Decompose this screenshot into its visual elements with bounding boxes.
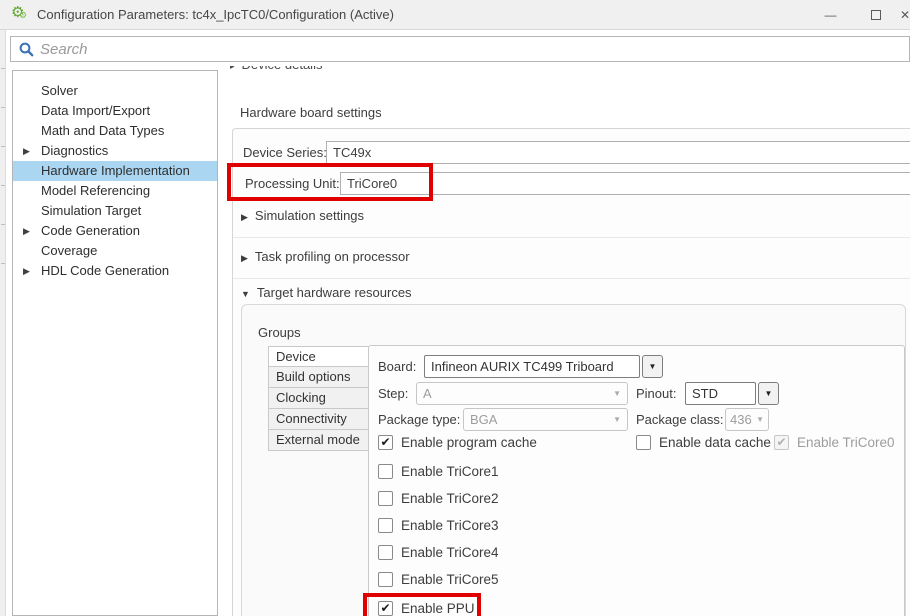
sidebar-item-code-generation[interactable]: ▶ Code Generation: [13, 221, 217, 241]
minimize-button[interactable]: —: [808, 0, 853, 30]
enable-data-cache-checkbox[interactable]: [636, 435, 651, 450]
tab-external-mode[interactable]: External mode: [268, 430, 369, 451]
package-class-dropdown: 436 ▼: [725, 408, 769, 431]
board-dropdown[interactable]: Infineon AURIX TC499 Triboard ▼: [424, 355, 663, 378]
sidebar-item-simulation-target[interactable]: Simulation Target: [13, 201, 217, 221]
sidebar-item-coverage[interactable]: Coverage: [13, 241, 217, 261]
device-series-label: Device Series:: [243, 145, 327, 160]
dropdown-arrow-icon: ▼: [756, 415, 764, 424]
pinout-dropdown[interactable]: STD ▼: [685, 382, 779, 405]
sidebar-item-hdl-code-generation[interactable]: ▶ HDL Code Generation: [13, 261, 217, 281]
enable-tricore0-row: ✔ Enable TriCore0: [774, 435, 895, 450]
enable-program-cache-row: ✔ Enable program cache: [378, 435, 537, 450]
expand-arrow-icon[interactable]: ▶: [23, 261, 30, 281]
tab-connectivity[interactable]: Connectivity: [268, 409, 369, 430]
processing-unit-field[interactable]: [340, 172, 910, 195]
section-divider: [233, 278, 910, 279]
maximize-button[interactable]: [853, 0, 898, 30]
groups-label: Groups: [258, 325, 301, 340]
settings-content: ▸Device details Hardware board settings …: [222, 66, 910, 616]
sidebar-item-solver[interactable]: Solver: [13, 81, 217, 101]
collapsed-arrow-icon: ▸: [230, 66, 235, 71]
config-gears-icon: ⚙ ⚙: [11, 3, 28, 21]
sidebar-item-diagnostics[interactable]: ▶ Diagnostics: [13, 141, 217, 161]
search-input[interactable]: [40, 40, 909, 58]
enable-tricore0-checkbox: ✔: [774, 435, 789, 450]
expand-arrow-icon[interactable]: ▶: [23, 141, 30, 161]
sidebar-item-model-referencing[interactable]: Model Referencing: [13, 181, 217, 201]
package-type-label: Package type:: [378, 412, 461, 427]
left-edge-strip: [0, 30, 6, 616]
enable-tricore5-checkbox[interactable]: [378, 572, 393, 587]
step-dropdown: A ▼: [416, 382, 628, 405]
window-title: Configuration Parameters: tc4x_IpcTC0/Co…: [37, 7, 394, 22]
pinout-label: Pinout:: [636, 386, 677, 401]
tab-device[interactable]: Device: [268, 346, 369, 367]
enable-tricore2-checkbox[interactable]: [378, 491, 393, 506]
enable-tricore1-row: Enable TriCore1: [378, 464, 499, 479]
expanded-arrow-icon: ▼: [241, 289, 250, 299]
tab-build-options[interactable]: Build options: [268, 367, 369, 388]
enable-ppu-checkbox[interactable]: ✔: [378, 601, 393, 616]
maximize-icon: [870, 10, 881, 20]
collapsed-arrow-icon: ▶: [241, 253, 248, 263]
enable-data-cache-row: Enable data cache: [636, 435, 771, 450]
device-tab-content: Board: Infineon AURIX TC499 Triboard ▼ S…: [363, 345, 905, 616]
sidebar-item-data-import-export[interactable]: Data Import/Export: [13, 101, 217, 121]
search-bar[interactable]: [10, 36, 910, 62]
section-divider: [233, 237, 910, 238]
enable-tricore4-row: Enable TriCore4: [378, 545, 499, 560]
sidebar-item-math-and-data-types[interactable]: Math and Data Types: [13, 121, 217, 141]
step-label: Step:: [378, 386, 409, 401]
dropdown-arrow-icon: ▼: [613, 415, 621, 424]
target-hardware-resources-box: Groups Device Build options Clocking Con…: [241, 304, 906, 616]
search-icon: [19, 42, 34, 57]
enable-tricore2-row: Enable TriCore2: [378, 491, 499, 506]
enable-tricore3-row: Enable TriCore3: [378, 518, 499, 533]
groups-tabstrip: Device Build options Clocking Connectivi…: [268, 346, 369, 451]
enable-ppu-row: ✔ Enable PPU: [378, 601, 475, 616]
section-target-hardware-resources[interactable]: ▼ Target hardware resources: [241, 285, 412, 300]
section-device-details[interactable]: ▸Device details: [230, 66, 322, 73]
package-class-label: Package class:: [636, 412, 724, 427]
board-label: Board:: [378, 359, 417, 374]
device-series-field[interactable]: [326, 141, 910, 164]
enable-program-cache-checkbox[interactable]: ✔: [378, 435, 393, 450]
collapsed-arrow-icon: ▶: [241, 212, 248, 222]
enable-tricore4-checkbox[interactable]: [378, 545, 393, 560]
title-bar: ⚙ ⚙ Configuration Parameters: tc4x_IpcTC…: [0, 0, 910, 30]
enable-tricore5-row: Enable TriCore5: [378, 572, 499, 587]
processing-unit-label: Processing Unit:: [245, 176, 340, 191]
enable-tricore3-checkbox[interactable]: [378, 518, 393, 533]
section-task-profiling[interactable]: ▶ Task profiling on processor: [241, 249, 410, 264]
sidebar-item-hardware-implementation[interactable]: Hardware Implementation: [13, 161, 217, 181]
hardware-board-settings-panel: Device Series: Processing Unit: ▶Simulat…: [227, 128, 910, 616]
navigation-tree: Solver Data Import/Export Math and Data …: [12, 70, 218, 616]
package-type-dropdown: BGA ▼: [463, 408, 628, 431]
expand-arrow-icon[interactable]: ▶: [23, 221, 30, 241]
dropdown-arrow-icon[interactable]: ▼: [758, 382, 779, 405]
section-simulation-settings[interactable]: ▶ Simulation settings: [241, 208, 364, 223]
dropdown-arrow-icon: ▼: [613, 389, 621, 398]
enable-tricore1-checkbox[interactable]: [378, 464, 393, 479]
close-button[interactable]: ✕: [898, 0, 910, 30]
tab-clocking[interactable]: Clocking: [268, 388, 369, 409]
dropdown-arrow-icon[interactable]: ▼: [642, 355, 663, 378]
hardware-board-settings-label: Hardware board settings: [240, 105, 382, 120]
